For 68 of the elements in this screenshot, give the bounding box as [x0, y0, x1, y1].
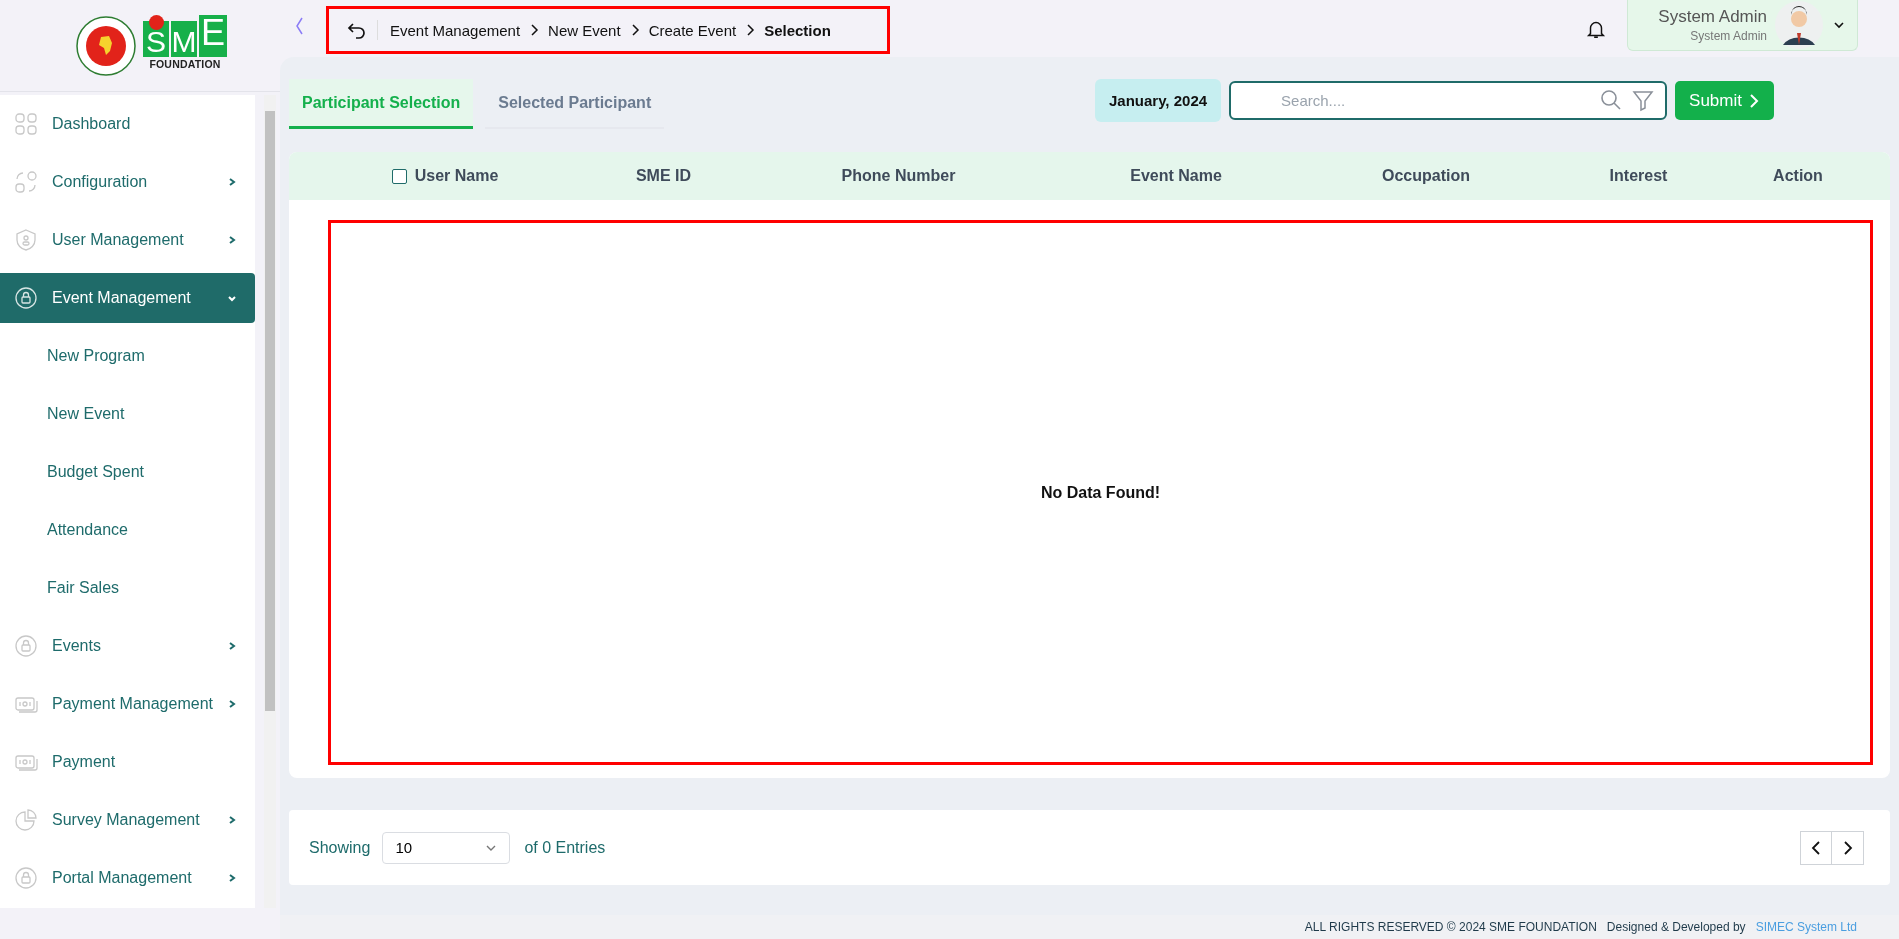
column-header: Action	[1773, 167, 1823, 185]
sidebar-item[interactable]: Survey Management	[0, 791, 255, 849]
sidebar-item[interactable]: Event Management	[0, 273, 255, 323]
lock-icon	[14, 286, 38, 310]
column-header: Occupation	[1382, 167, 1470, 185]
chevron-right-icon	[1748, 93, 1760, 108]
chevron-right-icon	[227, 699, 237, 709]
chevron-right-icon	[629, 24, 640, 36]
pagination-label: Showing	[309, 838, 371, 857]
column-header: Phone Number	[841, 167, 956, 185]
period-badge: January, 2024	[1094, 79, 1222, 122]
entries-count: of 0 Entries	[524, 838, 606, 857]
tab[interactable]: Selected Participant	[485, 79, 665, 129]
chevron-right-icon	[227, 641, 237, 651]
submenu-item[interactable]: Budget Spent	[0, 443, 255, 501]
chevron-right-icon	[529, 24, 540, 36]
select-all-checkbox[interactable]	[391, 168, 407, 184]
next-page-button[interactable]	[1832, 830, 1864, 865]
submenu-item[interactable]: New Program	[0, 327, 255, 385]
sidebar-item[interactable]: Payment Management	[0, 675, 255, 733]
submenu-item[interactable]: Attendance	[0, 501, 255, 559]
submenu-item[interactable]: New Event	[0, 385, 255, 443]
previous-page-button[interactable]	[1800, 830, 1832, 865]
chevron-down-icon	[227, 293, 237, 303]
search-field[interactable]: Search....	[1229, 81, 1668, 120]
logo-letter: M	[171, 21, 197, 57]
sidebar-item[interactable]: User Management	[0, 211, 255, 269]
chevron-right-icon	[227, 873, 237, 883]
pie-chart-icon	[14, 808, 38, 832]
shapes-icon	[14, 170, 38, 194]
sidebar-item[interactable]: Payment	[0, 733, 255, 791]
chevron-right-icon	[227, 815, 237, 825]
logo-letter: E	[199, 15, 227, 57]
column-header: Interest	[1609, 167, 1668, 185]
empty-message: No Data Found!	[1040, 483, 1161, 502]
credit-text: Designed & Developed by	[1606, 920, 1746, 934]
logo-subtitle: FOUNDATION	[149, 58, 221, 70]
shield-icon	[14, 228, 38, 252]
caret-down-icon	[1833, 19, 1845, 31]
sidebar-item[interactable]: Dashboard	[0, 95, 255, 153]
column-header: SME ID	[635, 167, 692, 185]
chevron-right-icon	[1842, 840, 1853, 855]
breadcrumb-link[interactable]: Event Management	[390, 21, 521, 39]
lock-icon	[14, 866, 38, 890]
emblem-icon	[75, 14, 137, 77]
back-arrow-icon[interactable]	[347, 20, 378, 40]
submenu-item[interactable]: Fair Sales	[0, 559, 255, 617]
copyright-text: ALL RIGHTS RESERVED © 2024 SME FOUNDATION	[1304, 920, 1597, 934]
user-name: System Admin	[1658, 7, 1767, 27]
filter-icon[interactable]	[1631, 88, 1656, 112]
column-header: User Name	[414, 167, 499, 185]
sidebar-item[interactable]: Configuration	[0, 153, 255, 211]
chevron-right-icon	[227, 177, 237, 187]
avatar-icon	[1775, 1, 1823, 49]
chevron-right-icon	[227, 235, 237, 245]
scrollbar[interactable]	[264, 95, 276, 908]
chevron-right-icon	[745, 24, 756, 36]
breadcrumb-link[interactable]: Create Event	[648, 21, 737, 39]
user-role: System Admin	[1690, 29, 1767, 43]
page-size-dropdown[interactable]: 10	[382, 831, 511, 864]
sidebar-item[interactable]: Events	[0, 617, 255, 675]
column-header: Event Name	[1130, 167, 1222, 185]
chevron-left-icon	[1811, 840, 1821, 855]
breadcrumb-link[interactable]: New Event	[548, 21, 621, 39]
grid-icon	[14, 112, 38, 136]
user-menu[interactable]: System Admin System Admin	[1627, 0, 1858, 51]
sidebar-item[interactable]: Portal Management	[0, 849, 255, 907]
lock-icon	[14, 634, 38, 658]
